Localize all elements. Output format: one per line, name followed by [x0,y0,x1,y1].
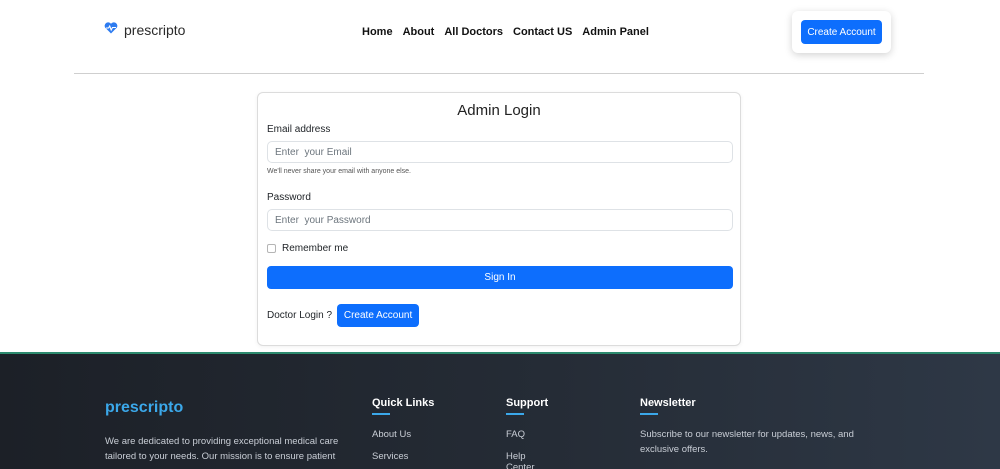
remember-me-label: Remember me [282,243,349,254]
nav-menu: Home About All Doctors Contact US Admin … [362,26,649,38]
login-title: Admin Login [457,102,541,119]
password-input[interactable] [267,209,733,231]
footer-link-help-center[interactable]: Help Center [506,451,548,469]
quick-links-heading: Quick Links [372,397,435,409]
footer-link-faq[interactable]: FAQ [506,429,525,440]
footer: prescripto We are dedicated to providing… [0,352,1000,469]
footer-support: Support FAQ Help Center [506,397,549,469]
footer-link-about-us[interactable]: About Us [372,429,411,440]
remember-me-checkbox[interactable] [267,244,276,253]
brand-logo[interactable]: prescripto [104,21,185,39]
footer-brand: prescripto [105,399,184,416]
newsletter-heading: Newsletter [640,397,696,409]
footer-link-services[interactable]: Services [372,451,408,462]
sign-in-button[interactable]: Sign In [267,266,733,289]
heading-underline [640,413,658,415]
header-divider [74,73,924,74]
footer-about-text: We are dedicated to providing exceptiona… [105,436,339,462]
page: prescripto Home About All Doctors Contac… [0,0,1000,469]
heart-pulse-icon [104,21,118,39]
doctor-login-row: Doctor Login ? Create Account [267,304,420,327]
heading-underline [506,413,524,415]
password-label: Password [267,192,311,203]
footer-newsletter: Newsletter Subscribe to our newsletter f… [640,397,854,455]
card-create-account-button[interactable]: Create Account [337,304,420,327]
support-heading: Support [506,397,549,409]
header-create-account-button[interactable]: Create Account [801,20,882,44]
heading-underline [372,413,390,415]
remember-me-row: Remember me [267,243,348,254]
doctor-login-link[interactable]: Doctor Login ? [267,310,332,321]
nav-admin-panel[interactable]: Admin Panel [582,26,649,38]
create-account-container: Create Account [792,11,891,53]
nav-home[interactable]: Home [362,26,393,38]
navbar: prescripto Home About All Doctors Contac… [0,0,1000,70]
newsletter-text: Subscribe to our newsletter for updates,… [640,429,854,455]
email-label: Email address [267,124,331,135]
email-help-text: We'll never share your email with anyone… [267,168,411,175]
nav-about[interactable]: About [403,26,435,38]
nav-all-doctors[interactable]: All Doctors [444,26,503,38]
email-input[interactable] [267,141,733,163]
brand-name: prescripto [124,22,186,38]
footer-quick-links: Quick Links About Us Services [372,397,435,462]
admin-login-card: Admin Login Email address We'll never sh… [257,92,741,346]
nav-contact-us[interactable]: Contact US [513,26,572,38]
